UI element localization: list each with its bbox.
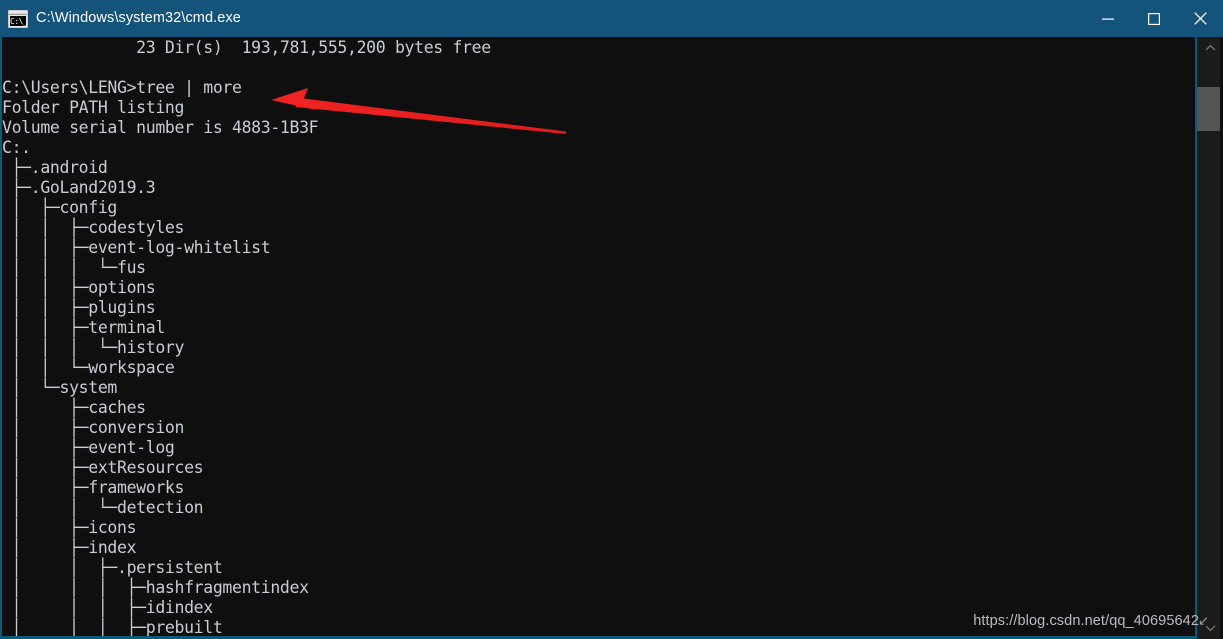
terminal-line: │ │ │ ├─hashfragmentindex bbox=[2, 578, 309, 597]
terminal-line: │ │ ├─options bbox=[2, 278, 156, 297]
cmd-window: C:\_ C:\Windows\system32\cmd.exe 23 Dir(… bbox=[0, 0, 1223, 639]
title-bar[interactable]: C:\_ C:\Windows\system32\cmd.exe bbox=[0, 0, 1223, 37]
terminal-line: │ │ ├─event-log-whitelist bbox=[2, 238, 271, 257]
terminal-line: ├─.GoLand2019.3 bbox=[2, 178, 156, 197]
cmd-console-icon: C:\_ bbox=[8, 9, 28, 28]
terminal-line: │ ├─index bbox=[2, 538, 137, 557]
terminal-line: │ ├─caches bbox=[2, 398, 147, 417]
terminal-line: │ └─system bbox=[2, 378, 118, 397]
terminal-line: │ │ ├─terminal bbox=[2, 318, 166, 337]
icon-prompt-text: C:\_ bbox=[10, 16, 28, 26]
terminal-line: │ │ │ └─history bbox=[2, 338, 185, 357]
terminal-line: Volume serial number is 4883-1B3F bbox=[2, 118, 319, 137]
terminal-line: │ │ │ └─fus bbox=[2, 258, 147, 277]
terminal-line: │ │ └─workspace bbox=[2, 358, 175, 377]
close-button[interactable] bbox=[1177, 0, 1223, 37]
minimize-button[interactable] bbox=[1085, 0, 1131, 37]
terminal-output-area[interactable]: 23 Dir(s) 193,781,555,200 bytes free C:\U… bbox=[2, 37, 1195, 636]
watermark-text: https://blog.csdn.net/qq_40695642↙ bbox=[973, 613, 1209, 629]
terminal-line: │ │ ├─plugins bbox=[2, 298, 156, 317]
icon-titlebar-strip bbox=[9, 10, 27, 15]
watermark-tail-icon: ↙ bbox=[1198, 613, 1209, 628]
terminal-line: C:. bbox=[2, 138, 31, 157]
terminal-line: │ │ ├─codestyles bbox=[2, 218, 185, 237]
maximize-button[interactable] bbox=[1131, 0, 1177, 37]
watermark-url: https://blog.csdn.net/qq_40695642 bbox=[973, 613, 1199, 629]
terminal-line: ├─.android bbox=[2, 158, 108, 177]
terminal-line: C:\Users\LENG>tree | more bbox=[2, 78, 242, 97]
terminal-line: │ ├─conversion bbox=[2, 418, 185, 437]
terminal-line: │ ├─icons bbox=[2, 518, 137, 537]
terminal-text: 23 Dir(s) 193,781,555,200 bytes free C:\U… bbox=[2, 38, 1195, 636]
window-controls bbox=[1085, 0, 1223, 37]
terminal-line: │ │ ├─.persistent bbox=[2, 558, 223, 577]
terminal-line: │ ├─extResources bbox=[2, 458, 204, 477]
terminal-line: Folder PATH listing bbox=[2, 98, 185, 117]
terminal-line: │ ├─event-log bbox=[2, 438, 175, 457]
terminal-line: 23 Dir(s) 193,781,555,200 bytes free bbox=[2, 38, 491, 57]
terminal-line: │ ├─config bbox=[2, 198, 118, 217]
window-title: C:\Windows\system32\cmd.exe bbox=[36, 10, 241, 26]
terminal-frame: 23 Dir(s) 193,781,555,200 bytes free C:\U… bbox=[0, 37, 1223, 639]
terminal-line: │ │ └─detection bbox=[2, 498, 204, 517]
vertical-scrollbar[interactable] bbox=[1197, 37, 1223, 639]
terminal-line: │ ├─frameworks bbox=[2, 478, 185, 497]
